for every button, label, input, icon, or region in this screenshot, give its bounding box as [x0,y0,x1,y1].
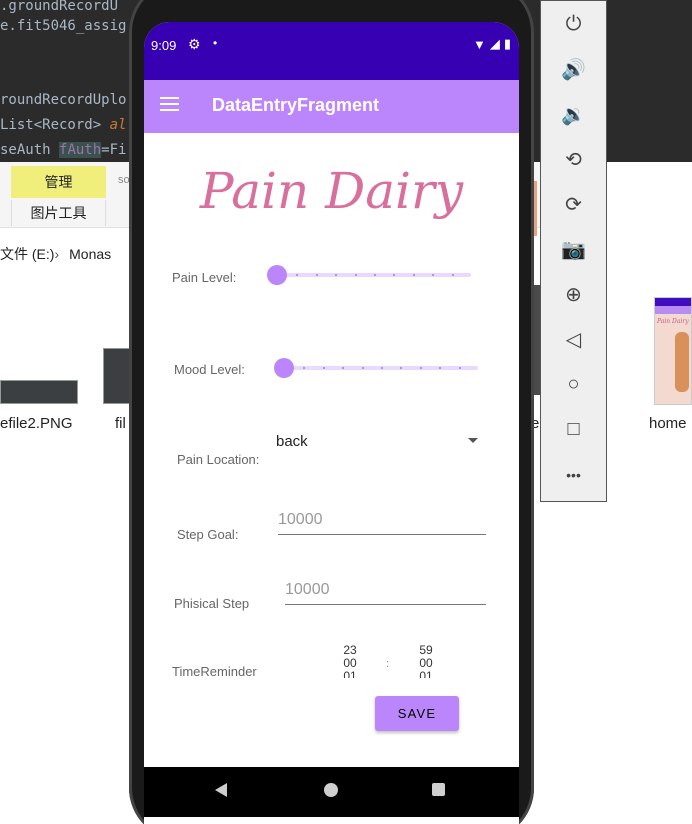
slider-tick [335,274,338,276]
system-nav-bar [144,767,519,817]
dropdown-arrow-icon [468,438,478,443]
slider-thumb[interactable] [274,358,294,378]
volume-down-icon[interactable]: 🔉 [541,92,606,137]
overview-icon[interactable]: □ [541,407,606,452]
ribbon-picture-tools[interactable]: 图片工具 [11,200,106,226]
volume-up-icon[interactable]: 🔊 [541,47,606,92]
slider-thumb[interactable] [267,265,287,285]
wifi-icon: ▼ [472,36,486,52]
pain-location-spinner[interactable]: back [276,429,478,455]
status-bar: 9:09 ⚙ • ▼ ◢ ▮ [144,22,519,80]
slider-tick [303,367,306,369]
slider-tick [458,367,461,369]
slider-tick [412,274,415,276]
phone-screen: 9:09 ⚙ • ▼ ◢ ▮ DataEntryFragment Pain Da… [144,22,519,824]
code-line-6: seAuth fAuth=Fi [0,142,127,158]
status-icons: ▼ ◢ ▮ [473,36,511,52]
slider-tick [432,274,435,276]
slider-tick [374,274,376,276]
file-thumbnail-home[interactable]: Pain Dairy [654,297,692,405]
settings-icon: ⚙ [188,36,201,52]
slider-tick [322,367,325,369]
slider-tick [400,367,403,369]
step-goal-input[interactable] [278,505,486,535]
file-label[interactable]: fil [115,415,126,432]
time-reminder-label: TimeReminder [172,664,257,679]
app-bar: DataEntryFragment [144,80,519,133]
nav-recents-icon[interactable] [432,783,445,796]
battery-icon: ▮ [503,36,511,51]
pain-level-label: Pain Level: [172,270,237,285]
slider-tick [315,274,318,276]
slider-tick [419,367,422,369]
save-button[interactable]: SAVE [375,696,459,731]
slider-tick [381,367,383,369]
minute-picker[interactable]: 59 00 01 [414,644,438,678]
power-icon[interactable]: ⏻ [541,2,606,47]
ribbon-tab-manage[interactable]: 管理 [11,166,106,198]
rotate-left-icon[interactable]: ⟲ [541,137,606,182]
mood-level-label: Mood Level: [174,362,245,377]
pain-location-label: Pain Location: [177,452,260,467]
code-line-5: List<Record> al [0,117,127,133]
menu-icon[interactable] [160,97,179,111]
zoom-icon[interactable]: ⊕ [541,272,606,317]
chevron-right-icon: › [54,246,60,262]
home-icon[interactable]: ○ [541,362,606,407]
code-line-2: e.fit5046_assig [0,18,127,34]
rotate-right-icon[interactable]: ⟳ [541,182,606,227]
slider-tick [354,274,357,276]
emulator-toolbar: ⏻ 🔊 🔉 ⟲ ⟳ 📷 ⊕ ◁ ○ □ ••• [540,0,607,502]
step-goal-label: Step Goal: [177,527,239,542]
ribbon-extra-text: so [118,174,130,186]
brand-title: Pain Dairy [199,162,464,220]
file-label[interactable]: efile2.PNG [0,415,73,432]
physical-step-label: Phisical Step [174,596,250,611]
slider-tick [451,274,454,276]
code-line-1: .groundRecordU [0,0,119,14]
breadcrumb-drive[interactable]: 文件 (E:) [0,244,54,264]
more-icon[interactable]: ••• [541,452,606,497]
slider-tick [361,367,364,369]
physical-step-input[interactable] [285,575,486,605]
app-bar-title: DataEntryFragment [212,95,380,115]
status-time: 9:09 [151,38,177,53]
pain-location-value: back [276,433,308,450]
breadcrumb-folder[interactable]: Monas [69,246,111,262]
code-line-4: roundRecordUplo [0,92,127,108]
hour-picker[interactable]: 23 00 01 [338,644,362,678]
file-thumbnail[interactable] [103,348,131,404]
slider-tick [393,274,396,276]
back-icon[interactable]: ◁ [541,317,606,362]
camera-icon[interactable]: 📷 [541,227,606,272]
nav-back-icon[interactable] [215,783,227,797]
pain-level-slider[interactable] [267,263,471,287]
notification-dot-icon: • [213,36,218,50]
signal-icon: ◢ [489,36,500,51]
slider-tick [439,367,442,369]
file-label[interactable]: home [649,415,687,432]
nav-home-icon[interactable] [324,783,338,797]
mood-level-slider[interactable] [274,356,478,380]
slider-tick [342,367,345,369]
file-thumbnail[interactable] [0,380,78,404]
slider-tick [296,274,299,276]
thumbnail-title: Pain Dairy [657,318,689,325]
time-separator: : [386,658,390,670]
